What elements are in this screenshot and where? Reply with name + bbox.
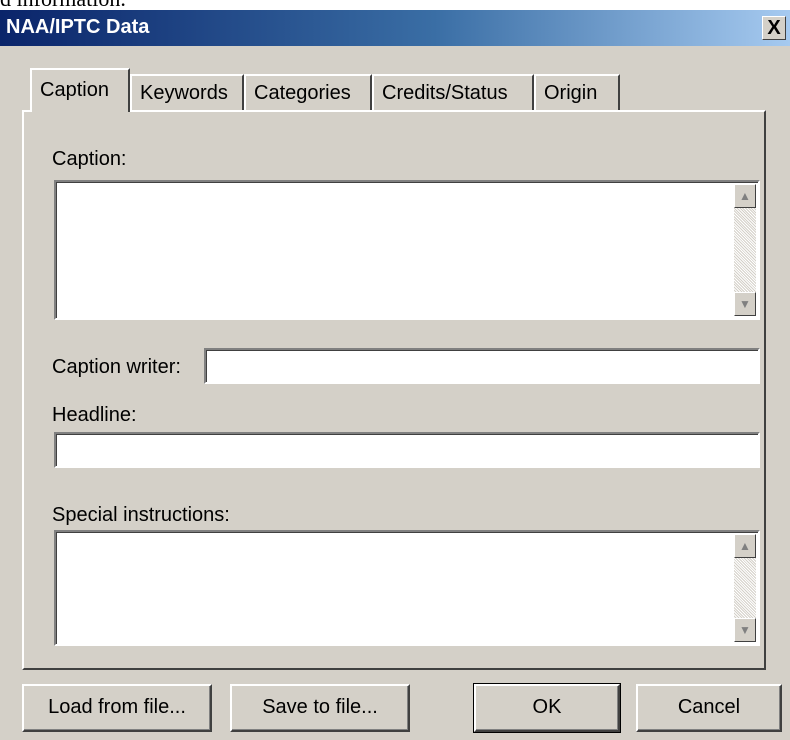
caption-scrollbar[interactable]: ▲ ▼ [734, 184, 756, 316]
tab-origin[interactable]: Origin [534, 74, 620, 110]
caption-label: Caption: [52, 148, 127, 170]
tab-caption-label: Caption [40, 79, 109, 101]
special-instructions-scroll-up-button[interactable]: ▲ [734, 534, 756, 558]
caption-scroll-down-button[interactable]: ▼ [734, 292, 756, 316]
caption-scroll-up-button[interactable]: ▲ [734, 184, 756, 208]
naa-iptc-dialog: NAA/IPTC Data X Caption Keywords Categor… [0, 10, 790, 740]
tab-categories-label: Categories [254, 82, 351, 104]
special-instructions-scroll-down-button[interactable]: ▼ [734, 618, 756, 642]
special-instructions-label: Special instructions: [52, 504, 230, 526]
special-instructions-scrollbar[interactable]: ▲ ▼ [734, 534, 756, 642]
window-title: NAA/IPTC Data [6, 16, 150, 38]
tab-credits-status-label: Credits/Status [382, 82, 508, 104]
scroll-up-icon: ▲ [739, 189, 751, 203]
scroll-up-icon: ▲ [739, 539, 751, 553]
close-icon: X [767, 17, 781, 39]
caption-textarea[interactable]: ▲ ▼ [54, 180, 760, 320]
load-from-file-button[interactable]: Load from file... [22, 684, 212, 732]
title-bar[interactable]: NAA/IPTC Data X [0, 10, 790, 46]
headline-label: Headline: [52, 404, 137, 426]
caption-tab-panel: Caption: ▲ ▼ Caption writer: Headline: S… [22, 110, 766, 670]
scroll-down-icon: ▼ [739, 623, 751, 637]
ok-button[interactable]: OK [473, 683, 621, 733]
tab-credits-status[interactable]: Credits/Status [372, 74, 534, 110]
caption-writer-input[interactable] [204, 348, 760, 384]
cancel-button[interactable]: Cancel [636, 684, 782, 732]
scroll-down-icon: ▼ [739, 297, 751, 311]
close-button[interactable]: X [762, 16, 786, 40]
tab-keywords[interactable]: Keywords [130, 74, 244, 110]
headline-input[interactable] [54, 432, 760, 468]
tab-caption[interactable]: Caption [30, 68, 130, 112]
tab-origin-label: Origin [544, 82, 598, 104]
tab-keywords-label: Keywords [140, 82, 228, 104]
save-to-file-button[interactable]: Save to file... [230, 684, 410, 732]
special-instructions-textarea[interactable]: ▲ ▼ [54, 530, 760, 646]
caption-writer-label: Caption writer: [52, 356, 181, 378]
tab-categories[interactable]: Categories [244, 74, 372, 110]
